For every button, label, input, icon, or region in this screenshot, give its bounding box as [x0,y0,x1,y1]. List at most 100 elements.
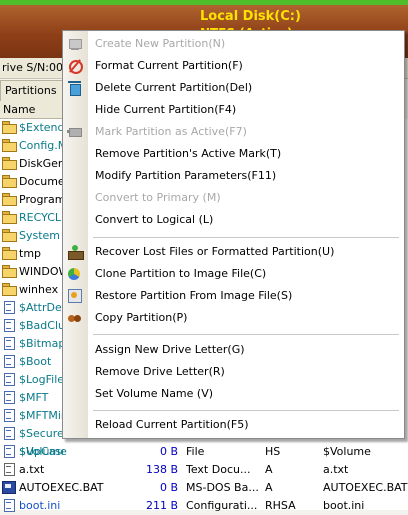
file-short-name: $Volume [323,445,371,458]
file-size: 0 B [159,445,178,458]
file-type: File [186,445,205,458]
menu-item-convert-primary[interactable]: Convert to Primary (M) [63,187,404,209]
menu-item-delete-partition[interactable]: Delete Current Partition(Del) [63,77,404,99]
file-icon [2,409,17,422]
file-name: RECYCLE [19,211,63,224]
menu-item-label: Create New Partition(N) [95,37,226,50]
folder-icon [2,175,17,188]
file-name: $Volume [19,445,67,458]
menu-item-mark-active[interactable]: Mark Partition as Active(F7) [63,121,404,143]
menu-separator [93,334,399,335]
format-icon [67,58,83,74]
file-name: AUTOEXEC.BAT [19,481,104,494]
file-name: $BadClus [19,319,63,332]
file-row[interactable]: $Volume 0 B File HS $Volume [0,443,408,461]
menu-separator [93,237,399,238]
file-attributes: A [265,463,273,476]
file-name: Config.M [19,139,63,152]
file-type: MS-DOS Ba... [186,481,258,494]
folder-icon [2,265,17,278]
menu-item-recover-files[interactable]: Recover Lost Files or Formatted Partitio… [63,241,404,263]
menu-item-label: Format Current Partition(F) [95,59,243,72]
file-attributes: RHSA [265,499,296,512]
file-icon [2,319,17,332]
file-name: $Bitmap [19,337,63,350]
menu-item-modify-parameters[interactable]: Modify Partition Parameters(F11) [63,165,404,187]
file-icon [2,373,17,386]
folder-icon [2,247,17,260]
file-icon [2,445,17,458]
file-row[interactable]: AUTOEXEC.BAT 0 B MS-DOS Ba... A AUTOEXEC… [0,479,408,497]
file-name: DiskGeniu [19,157,63,170]
file-type: Configurati... [186,499,258,512]
file-name: a.txt [19,463,45,476]
file-name: $AttrDef [19,301,63,314]
menu-item-label: Reload Current Partition(F5) [95,418,249,431]
text-file-icon [2,463,17,476]
file-short-name: boot.ini [323,499,365,512]
batch-file-icon [2,481,17,494]
file-name: $Extend [19,121,63,134]
menu-item-copy-partition[interactable]: Copy Partition(P) [63,307,404,329]
file-short-name: a.txt [323,463,349,476]
menu-item-label: Mark Partition as Active(F7) [95,125,247,138]
file-row[interactable]: a.txt 138 B Text Docu... A a.txt [0,461,408,479]
menu-item-clone-partition[interactable]: Clone Partition to Image File(C) [63,263,404,285]
file-name: $MFTMirr [19,409,63,422]
file-icon [2,499,17,512]
file-name: Documen [19,175,63,188]
banner-accent-line [0,0,408,5]
menu-item-label: Remove Partition's Active Mark(T) [95,147,282,160]
file-icon [2,355,17,368]
menu-item-remove-active-mark[interactable]: Remove Partition's Active Mark(T) [63,143,404,165]
menu-item-convert-logical[interactable]: Convert to Logical (L) [63,209,404,231]
folder-icon [2,283,17,296]
menu-item-format-partition[interactable]: Format Current Partition(F) [63,55,404,77]
file-name: System V [19,229,63,242]
file-name: tmp [19,247,42,260]
tab-partitions[interactable]: Partitions [0,80,66,101]
file-short-name: AUTOEXEC.BAT [323,481,408,494]
file-name: boot.ini [19,499,61,512]
name-column-header[interactable]: Name [0,101,64,119]
menu-item-set-volume-name[interactable]: Set Volume Name (V) [63,383,404,405]
menu-item-remove-drive-letter[interactable]: Remove Drive Letter(R) [63,361,404,383]
restore-icon [67,288,83,304]
menu-separator [93,410,399,411]
menu-item-label: Restore Partition From Image File(S) [95,289,293,302]
name-column-label: Name [3,103,36,116]
file-size: 211 B [145,499,178,512]
file-icon [2,391,17,404]
file-type: Text Docu... [186,463,251,476]
menu-item-reload-partition[interactable]: Reload Current Partition(F5) [63,414,404,436]
file-icon [2,301,17,314]
file-name: $LogFile [19,373,63,386]
mark-active-icon [67,124,83,140]
menu-item-label: Convert to Logical (L) [95,213,214,226]
menu-item-label: Delete Current Partition(Del) [95,81,253,94]
recover-icon [67,244,84,260]
clone-icon [67,266,83,282]
create-partition-icon [67,36,83,52]
menu-item-restore-partition[interactable]: Restore Partition From Image File(S) [63,285,404,307]
folder-icon [2,139,17,152]
file-icon [2,337,17,350]
tab-partitions-label: Partitions [5,84,57,97]
file-size: 138 B [145,463,178,476]
file-row[interactable]: boot.ini 211 B Configurati... RHSA boot.… [0,497,408,515]
file-name: $Boot [19,355,52,368]
file-name: WINDOW [19,265,63,278]
menu-item-label: Modify Partition Parameters(F11) [95,169,277,182]
menu-item-label: Hide Current Partition(F4) [95,103,237,116]
menu-item-assign-drive-letter[interactable]: Assign New Drive Letter(G) [63,339,404,361]
menu-item-hide-partition[interactable]: Hide Current Partition(F4) [63,99,404,121]
file-name: winhex [19,283,59,296]
file-attributes: HS [265,445,281,458]
menu-item-label: Recover Lost Files or Formatted Partitio… [95,245,335,258]
menu-item-label: Clone Partition to Image File(C) [95,267,267,280]
folder-icon [2,211,17,224]
menu-item-create-partition[interactable]: Create New Partition(N) [63,33,404,55]
copy-icon [67,310,83,326]
menu-item-label: Assign New Drive Letter(G) [95,343,245,356]
folder-icon [2,229,17,242]
